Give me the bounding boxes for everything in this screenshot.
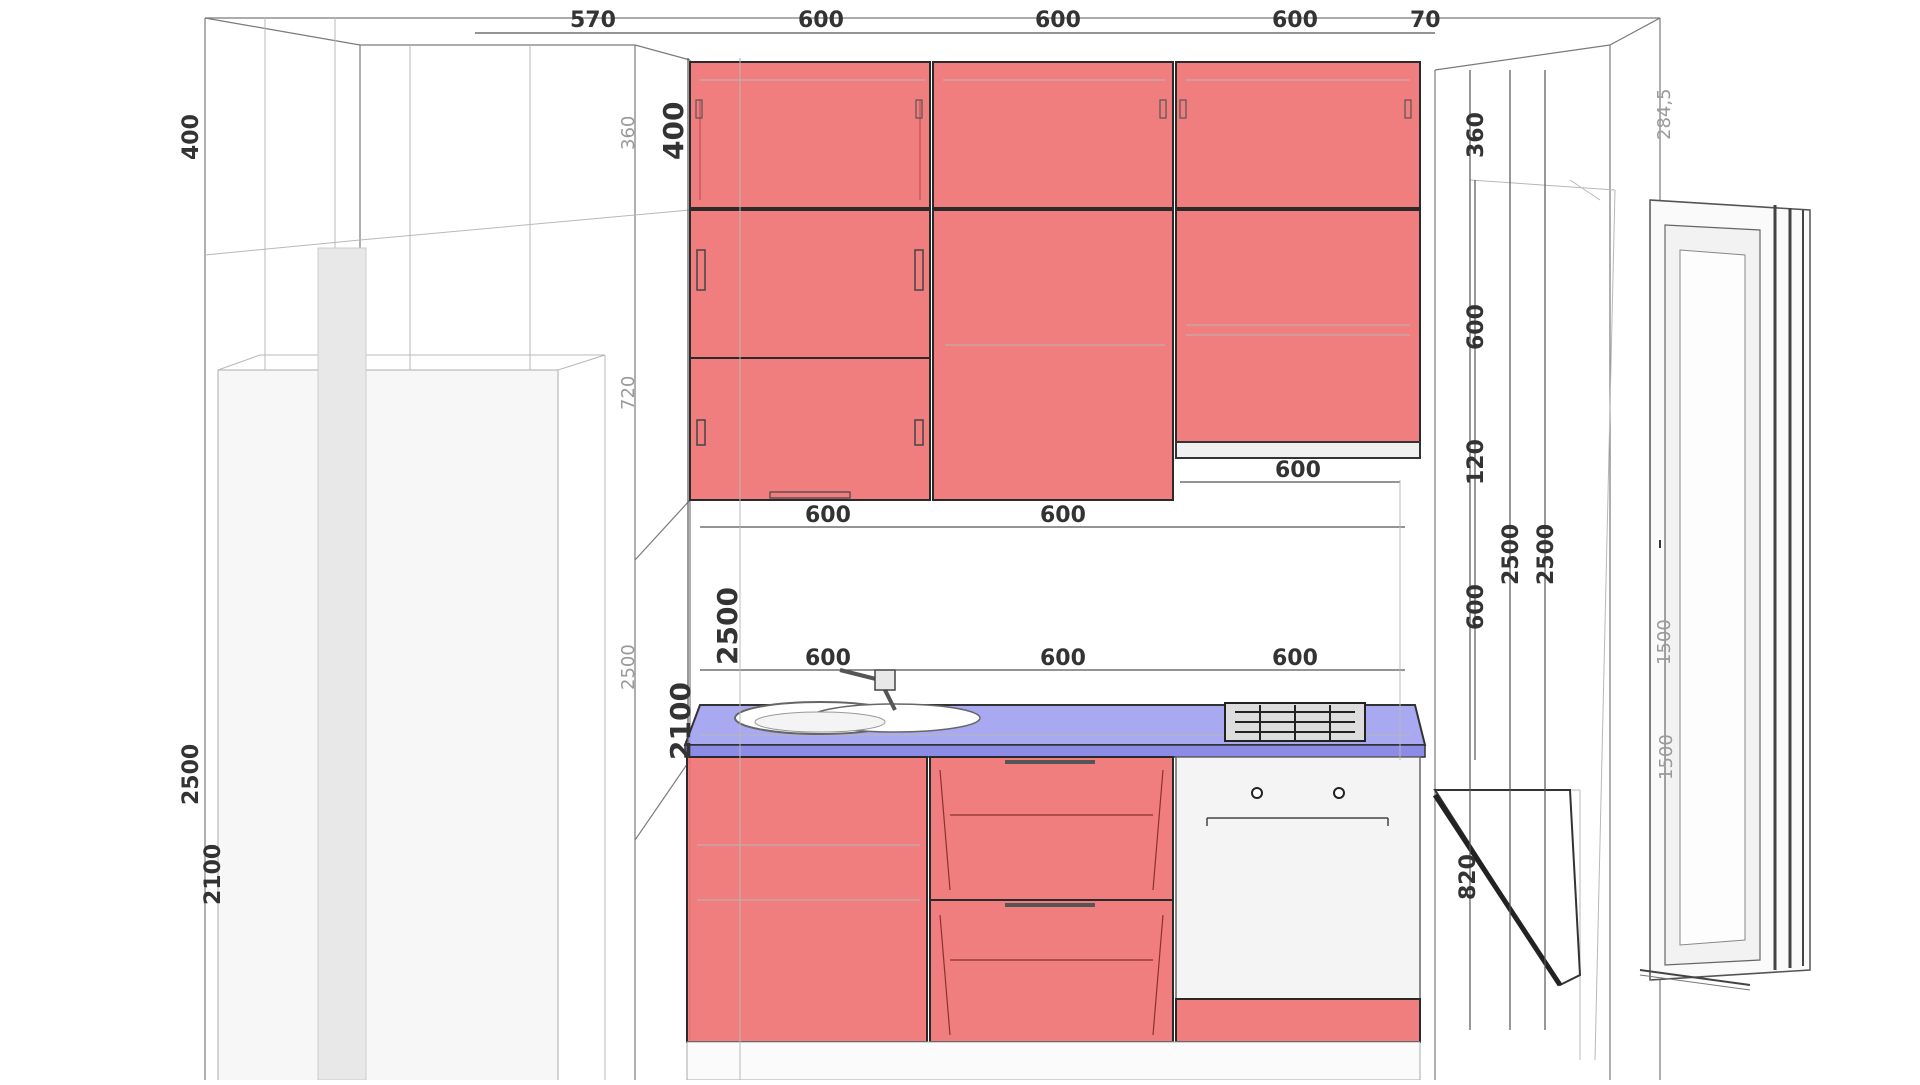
dim-faint-720: 720 (618, 376, 639, 410)
dim-top-600-a: 600 (798, 8, 844, 33)
dim-counter-600-b: 600 (1040, 646, 1086, 671)
dim-mid-2100: 2100 (664, 682, 697, 760)
sink (734, 668, 981, 735)
kitchen-svg: 570 600 600 600 70 400 2500 2100 400 250… (179, 8, 1811, 1085)
dim-top-570: 570 (570, 8, 616, 33)
base-cabinet-drawer-bottom (929, 899, 1174, 1043)
dim-corner-284: 284,5 (1654, 88, 1675, 140)
upper-cabinet-2 (932, 209, 1174, 501)
dim-base-820: 820 (1456, 854, 1481, 900)
dim-right-2500-a: 2500 (1499, 524, 1524, 585)
kitchen-layout-drawing: 570 600 600 600 70 400 2500 2100 400 250… (0, 0, 1920, 1085)
dim-right-2500-b: 2500 (1534, 524, 1559, 585)
base-cabinets (686, 756, 1421, 1081)
dim-left-2500: 2500 (179, 744, 204, 805)
dim-mid-2500: 2500 (711, 587, 744, 665)
oven-knob-right (1333, 787, 1345, 799)
oven-plinth (1175, 998, 1421, 1043)
dim-window-1500: 1500 (1654, 619, 1675, 665)
dim-counter-600-a: 600 (805, 646, 851, 671)
upper-cabinet-1-top (689, 61, 931, 209)
dim-faint-360: 360 (618, 116, 639, 150)
dim-top-70: 70 (1410, 8, 1441, 33)
upper-cabinet-3 (1175, 209, 1421, 443)
dim-left-2100: 2100 (201, 844, 226, 905)
dim-faint-2500: 2500 (618, 644, 639, 690)
dim-right-600-gap: 600 (1464, 584, 1489, 630)
dim-top-600-b: 600 (1035, 8, 1081, 33)
upper-cabinet-1 (689, 209, 931, 359)
dim-wall-600-b: 600 (1040, 503, 1086, 528)
window (1639, 199, 1811, 991)
upper-cabinet-2-top (932, 61, 1174, 209)
dim-left-400: 400 (179, 114, 204, 160)
dim-counter-600-c: 600 (1272, 646, 1318, 671)
dim-upper-600-right: 600 (1464, 304, 1489, 350)
upper-cabinets (689, 61, 1421, 501)
dim-upper-360: 360 (1464, 112, 1489, 158)
upper-cabinet-3-top (1175, 61, 1421, 209)
base-cabinet-drawer-top (929, 756, 1174, 901)
cooktop (1224, 702, 1366, 742)
dim-top-600-c: 600 (1272, 8, 1318, 33)
range-hood (1175, 441, 1421, 459)
dim-upper-400: 400 (657, 102, 690, 160)
dim-wall-600-a: 600 (805, 503, 851, 528)
upper-cabinet-1-lower (689, 357, 931, 501)
oven-cabinet (1175, 756, 1421, 1000)
oven-knob-left (1251, 787, 1263, 799)
dim-hood-120: 120 (1464, 439, 1489, 485)
dim-window-1500-b: 1500 (1656, 734, 1677, 780)
dim-hood-width-600: 600 (1275, 458, 1321, 483)
